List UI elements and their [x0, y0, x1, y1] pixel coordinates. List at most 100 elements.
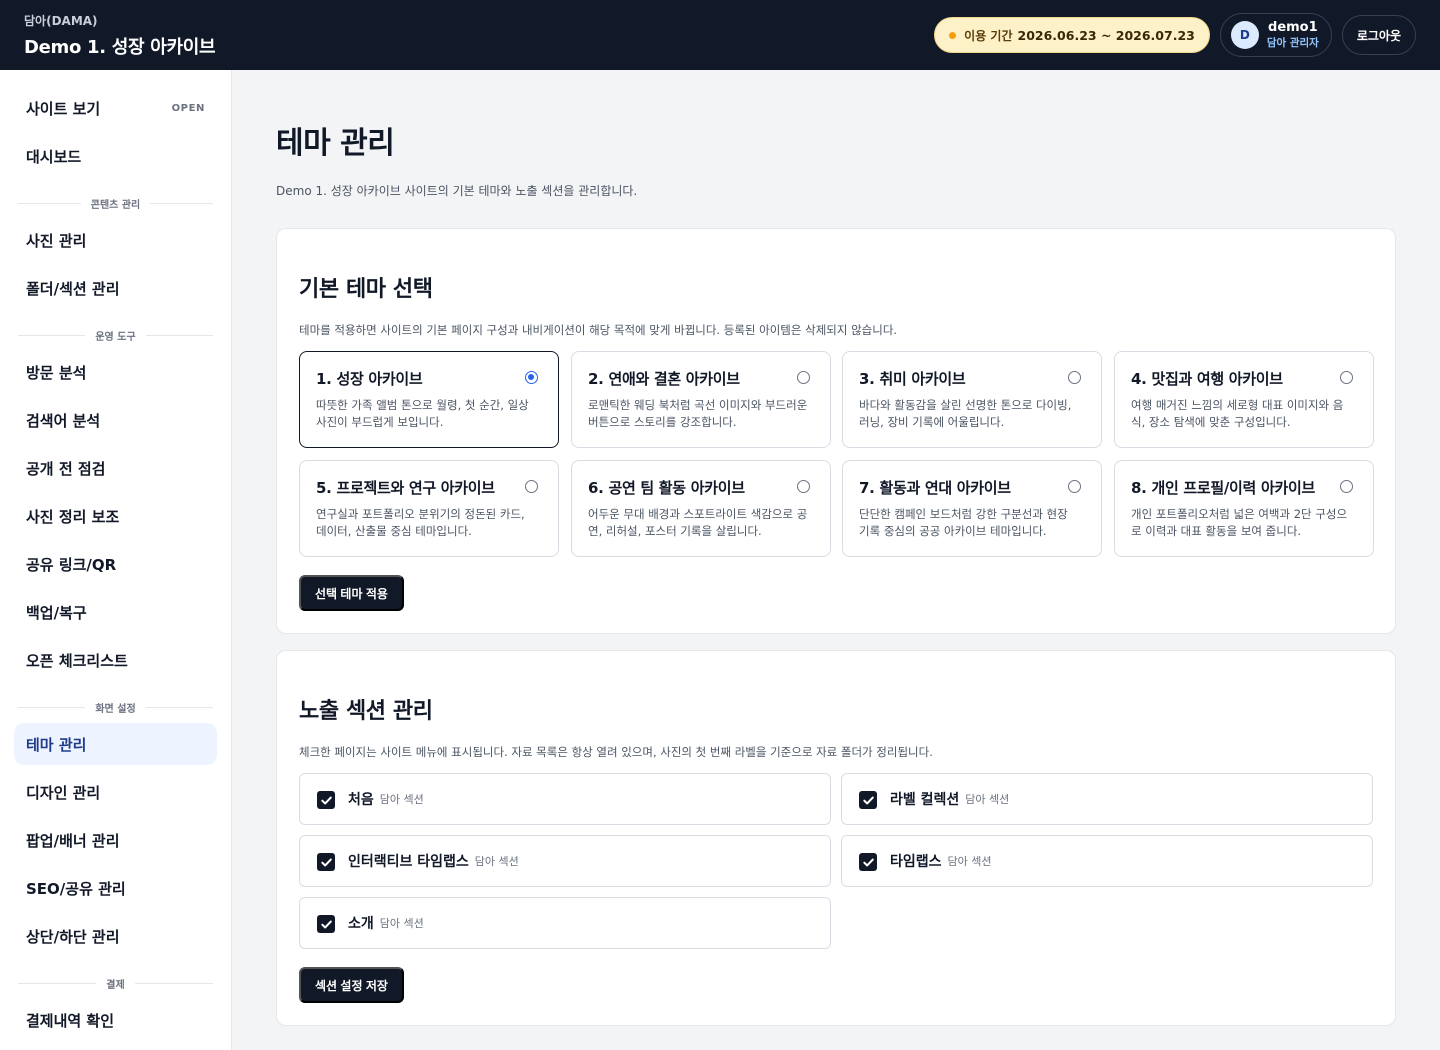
sidebar-item-popup[interactable]: 팝업/배너 관리	[14, 819, 217, 861]
sidebar-item-label: 결제내역 확인	[26, 1011, 115, 1030]
theme-option-description: 개인 포트폴리오처럼 넓은 여백과 2단 구성으로 이력과 대표 활동을 보여 …	[1131, 507, 1348, 538]
theme-radio[interactable]	[525, 371, 538, 384]
sidebar-group-label: 화면 설정	[95, 703, 136, 715]
theme-option-6[interactable]: 6. 공연 팀 활동 아카이브 어두운 무대 배경과 스포트라이트 색감으로 공…	[571, 460, 831, 557]
sidebar-item-label: 백업/복구	[26, 603, 87, 622]
section-tag: 담아 섹션	[947, 855, 992, 868]
sidebar-item-open-check[interactable]: 오픈 체크리스트	[14, 639, 217, 681]
section-tag: 담아 섹션	[379, 917, 424, 930]
sidebar-group-label: 결제	[106, 979, 125, 991]
sidebar-item-precheck[interactable]: 공개 전 점검	[14, 447, 217, 489]
section-name: 인터랙티브 타임랩스	[348, 854, 469, 870]
brand[interactable]: 담아(DAMA) Demo 1. 성장 아카이브	[24, 12, 216, 59]
theme-option-title: 8. 개인 프로필/이력 아카이브	[1131, 479, 1315, 497]
sidebar-item-label: 사진 관리	[26, 231, 87, 250]
sidebar-item-design[interactable]: 디자인 관리	[14, 771, 217, 813]
sidebar-item-backup[interactable]: 백업/복구	[14, 591, 217, 633]
check-icon	[320, 920, 332, 928]
section-checkbox[interactable]	[859, 853, 877, 871]
theme-option-description: 연구실과 포트폴리오 분위기의 정돈된 카드, 데이터, 산출물 중심 테마입니…	[316, 507, 525, 538]
theme-radio[interactable]	[1068, 371, 1081, 384]
section-item-about[interactable]: 소개 담아 섹션	[299, 897, 831, 949]
sidebar-group-content: 콘텐츠 관리	[18, 196, 214, 211]
sidebar-item-site-view[interactable]: 사이트 보기 OPEN	[14, 87, 217, 129]
sidebar-item-organize[interactable]: 사진 정리 보조	[14, 495, 217, 537]
sidebar-item-label: 방문 분석	[26, 363, 87, 382]
theme-option-title: 4. 맛집과 여행 아카이브	[1131, 370, 1283, 388]
section-checkbox[interactable]	[317, 791, 335, 809]
section-checkbox[interactable]	[317, 853, 335, 871]
check-icon	[320, 858, 332, 866]
theme-option-5[interactable]: 5. 프로젝트와 연구 아카이브 연구실과 포트폴리오 분위기의 정돈된 카드,…	[299, 460, 559, 557]
sidebar-item-label: 공개 전 점검	[26, 459, 106, 478]
theme-radio[interactable]	[525, 480, 538, 493]
page-description: Demo 1. 성장 아카이브 사이트의 기본 테마와 노출 섹션을 관리합니다…	[276, 184, 638, 198]
section-checkbox[interactable]	[317, 915, 335, 933]
theme-option-2[interactable]: 2. 연애와 결혼 아카이브 로맨틱한 웨딩 북처럼 곡선 이미지와 부드러운 …	[571, 351, 831, 448]
theme-option-title: 7. 활동과 연대 아카이브	[859, 479, 1011, 497]
save-sections-button[interactable]: 섹션 설정 저장	[299, 967, 404, 1003]
brand-title: Demo 1. 성장 아카이브	[24, 36, 216, 58]
theme-option-3[interactable]: 3. 취미 아카이브 바다와 활동감을 살린 선명한 톤으로 다이빙, 러닝, …	[842, 351, 1102, 448]
sidebar-item-label: 폴더/섹션 관리	[26, 279, 120, 298]
section-tag: 담아 섹션	[965, 793, 1010, 806]
sidebar-item-label: 대시보드	[26, 147, 82, 166]
status-dot-icon	[949, 31, 957, 39]
user-role: 담아 관리자	[1266, 37, 1319, 49]
period-badge: 이용 기간 2026.06.23 ~ 2026.07.23	[934, 17, 1210, 53]
section-name: 소개	[348, 916, 374, 932]
theme-radio[interactable]	[1068, 480, 1081, 493]
theme-card-title: 기본 테마 선택	[299, 277, 433, 302]
theme-option-description: 어두운 무대 배경과 스포트라이트 색감으로 공연, 리허설, 포스터 기록을 …	[588, 507, 808, 538]
sidebar-item-payment[interactable]: 결제내역 확인	[14, 999, 217, 1041]
sidebar-item-dashboard[interactable]: 대시보드	[14, 135, 217, 177]
sidebar-item-folder[interactable]: 폴더/섹션 관리	[14, 267, 217, 309]
theme-card-description: 테마를 적용하면 사이트의 기본 페이지 구성과 내비게이션이 해당 목적에 맞…	[299, 323, 898, 337]
sidebar-item-search[interactable]: 검색어 분석	[14, 399, 217, 441]
theme-select-card: 기본 테마 선택 테마를 적용하면 사이트의 기본 페이지 구성과 내비게이션이…	[276, 228, 1396, 634]
theme-radio[interactable]	[1340, 480, 1353, 493]
sidebar-item-share[interactable]: 공유 링크/QR	[14, 543, 217, 585]
sidebar-item-label: 상단/하단 관리	[26, 927, 120, 946]
sidebar-item-label: 검색어 분석	[26, 411, 101, 430]
section-tag: 담아 섹션	[379, 793, 424, 806]
sidebar-item-visit[interactable]: 방문 분석	[14, 351, 217, 393]
user-menu[interactable]: D demo1 담아 관리자	[1219, 13, 1332, 57]
section-item-interactive-timelapse[interactable]: 인터랙티브 타임랩스 담아 섹션	[299, 835, 831, 887]
sidebar-item-label: 테마 관리	[26, 735, 87, 754]
theme-radio[interactable]	[797, 371, 810, 384]
check-icon	[862, 858, 874, 866]
section-name: 타임랩스	[890, 854, 942, 870]
section-item-home[interactable]: 처음 담아 섹션	[299, 773, 831, 825]
theme-option-4[interactable]: 4. 맛집과 여행 아카이브 여행 매거진 느낌의 세로형 대표 이미지와 음식…	[1114, 351, 1374, 448]
section-checkbox[interactable]	[859, 791, 877, 809]
sidebar-item-seo[interactable]: SEO/공유 관리	[14, 867, 217, 909]
theme-option-description: 여행 매거진 느낌의 세로형 대표 이미지와 음식, 장소 탐색에 맞춘 구성입…	[1131, 398, 1344, 429]
sidebar-item-photo[interactable]: 사진 관리	[14, 219, 217, 261]
sidebar-item-label: 공유 링크/QR	[26, 555, 117, 574]
theme-option-title: 5. 프로젝트와 연구 아카이브	[316, 479, 495, 497]
theme-option-description: 로맨틱한 웨딩 북처럼 곡선 이미지와 부드러운 버튼으로 스토리를 강조합니다…	[588, 398, 808, 429]
header-actions: 이용 기간 2026.06.23 ~ 2026.07.23 D demo1 담아…	[934, 13, 1416, 57]
sidebar-item-header-footer[interactable]: 상단/하단 관리	[14, 915, 217, 957]
apply-theme-button[interactable]: 선택 테마 적용	[299, 575, 404, 611]
check-icon	[862, 796, 874, 804]
brand-subtitle: 담아(DAMA)	[24, 13, 98, 28]
theme-option-1[interactable]: 1. 성장 아카이브 따뜻한 가족 앨범 톤으로 월령, 첫 순간, 일상 사진…	[299, 351, 559, 448]
sidebar-item-theme[interactable]: 테마 관리	[14, 723, 217, 765]
sidebar-group-payment: 결제	[18, 976, 213, 991]
page-title: 테마 관리	[276, 126, 395, 161]
section-item-timelapse[interactable]: 타임랩스 담아 섹션	[841, 835, 1373, 887]
sidebar: 사이트 보기 OPEN 대시보드 콘텐츠 관리 사진 관리 폴더/섹션 관리 운…	[0, 70, 232, 1050]
theme-option-description: 따뜻한 가족 앨범 톤으로 월령, 첫 순간, 일상 사진이 부드럽게 보입니다…	[316, 398, 529, 429]
section-item-label-collection[interactable]: 라벨 컬렉션 담아 섹션	[841, 773, 1373, 825]
section-tag: 담아 섹션	[474, 855, 519, 868]
top-bar: 담아(DAMA) Demo 1. 성장 아카이브 이용 기간 2026.06.2…	[0, 0, 1440, 70]
theme-option-7[interactable]: 7. 활동과 연대 아카이브 단단한 캠페인 보드처럼 강한 구분선과 현장 기…	[842, 460, 1102, 557]
logout-button[interactable]: 로그아웃	[1341, 15, 1416, 55]
theme-option-8[interactable]: 8. 개인 프로필/이력 아카이브 개인 포트폴리오처럼 넓은 여백과 2단 구…	[1114, 460, 1374, 557]
sidebar-group-ops: 운영 도구	[18, 328, 214, 343]
period-dates: 2026.06.23 ~ 2026.07.23	[1017, 27, 1195, 43]
theme-radio[interactable]	[797, 480, 810, 493]
theme-radio[interactable]	[1340, 371, 1353, 384]
